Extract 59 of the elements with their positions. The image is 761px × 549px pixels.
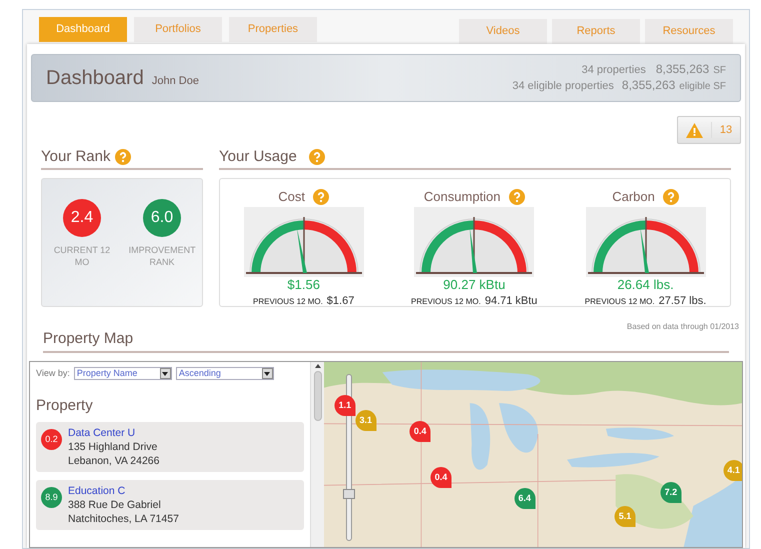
gauge-value: $1.56 (287, 276, 320, 292)
warning-icon (686, 122, 703, 138)
nav-tab[interactable]: Properties (229, 17, 317, 42)
gauge-value: 90.27 kBtu (443, 276, 506, 292)
page-title: Dashboard (46, 66, 144, 91)
nav-tab[interactable]: Reports (552, 19, 640, 44)
sort-field-select[interactable]: Property Name (74, 367, 172, 380)
previous-value: 94.71 kBtu (484, 294, 538, 308)
property-city: Natchitoches, LA 71457 (68, 512, 179, 526)
rank-badge: 6.0 (143, 199, 181, 237)
section-title: Property Map (43, 328, 134, 348)
view-by-label: View by: (36, 367, 70, 380)
sort-order-select[interactable]: Ascending (176, 367, 274, 380)
nav-tab[interactable]: Videos (459, 19, 547, 44)
previous-value: 27.57 lbs. (658, 294, 706, 308)
gauge-label: Carbon (612, 188, 655, 206)
eligible-unit: eligible SF (679, 80, 726, 94)
caret-icon (262, 368, 273, 380)
data-date-note: Based on data through 01/2013 (626, 321, 739, 333)
score-badge: 0.2 (41, 429, 62, 450)
help-icon[interactable] (114, 149, 130, 165)
property-street: 388 Rue De Gabriel (68, 498, 162, 512)
rank-badge: 2.4 (63, 199, 101, 237)
previous-value: $1.67 (326, 294, 354, 308)
zoom-slider-thumb[interactable] (343, 488, 355, 499)
gauge-label: Cost (278, 188, 306, 206)
help-icon[interactable] (662, 188, 679, 205)
previous-label: PREVIOUS 12 MO. (411, 296, 481, 308)
rank-caption: CURRENT 12 MO (52, 244, 112, 268)
rank-caption: IMPROVEMENT RANK (128, 244, 196, 268)
gauge-value: 26.64 lbs. (617, 276, 674, 292)
list-title: Property (36, 396, 94, 416)
help-icon[interactable] (508, 188, 525, 205)
score-badge: 8.9 (41, 487, 62, 508)
scroll-up-icon[interactable] (314, 364, 320, 368)
area-unit: SF (713, 64, 726, 78)
scrollbar[interactable] (310, 362, 324, 547)
properties-area: 8,355,263 (656, 62, 710, 77)
property-street: 135 Highland Drive (68, 440, 158, 454)
property-city: Lebanon, VA 24266 (68, 454, 160, 468)
help-icon[interactable] (308, 149, 325, 165)
property-link[interactable]: Education C (68, 484, 179, 498)
nav-tab[interactable]: Portfolios (134, 17, 222, 42)
gauge-label: Consumption (424, 188, 501, 206)
previous-label: PREVIOUS 12 MO. (584, 296, 655, 308)
scrollbar-thumb[interactable] (314, 371, 322, 421)
eligible-area: 8,355,263 (622, 78, 676, 93)
properties-count: 34 properties (582, 63, 646, 78)
previous-label: PREVIOUS 12 MO. (253, 296, 323, 308)
section-title: Your Usage (219, 146, 297, 167)
caret-icon (160, 368, 171, 380)
nav-tab[interactable]: Resources (645, 19, 733, 44)
eligible-count: 34 eligible properties (512, 79, 614, 94)
user-name: John Doe (152, 74, 199, 89)
nav-tab[interactable]: Dashboard (39, 17, 127, 42)
property-link[interactable]: Data Center U (68, 426, 160, 440)
help-icon[interactable] (313, 188, 330, 205)
alerts-button[interactable]: 13 (677, 116, 741, 144)
section-title: Your Rank (41, 146, 110, 167)
